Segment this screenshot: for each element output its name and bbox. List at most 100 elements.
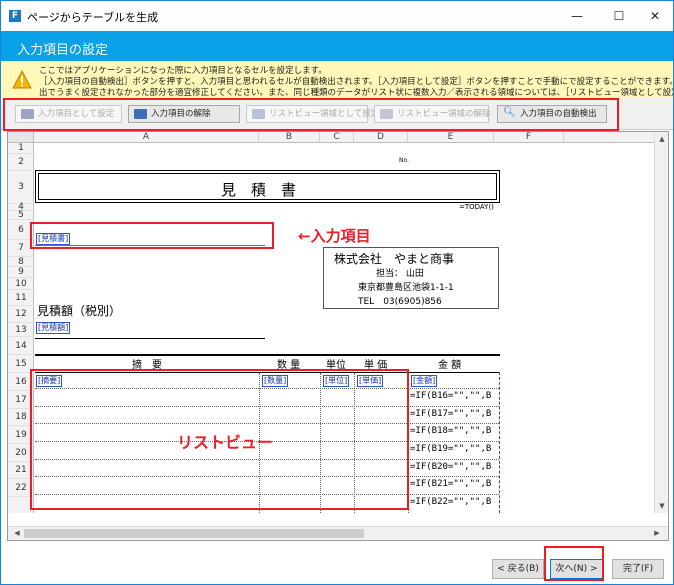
close-button[interactable]: ✕ [635, 1, 673, 31]
row-header[interactable]: 2 [8, 154, 34, 171]
scroll-right-icon[interactable]: ▶ [650, 529, 664, 537]
tag-unit[interactable]: [単位] [323, 375, 350, 387]
no-label: No. [399, 157, 409, 164]
maximize-icon: ☐ [613, 9, 625, 23]
step-title: 入力項目の設定 [17, 43, 109, 58]
input-item-annotation: ←入力項目 [298, 227, 371, 245]
doc-title: 見 積 書 [221, 181, 297, 199]
horizontal-scrollbar[interactable]: ◀ ▶ [8, 526, 668, 540]
formula-cell: =IF(B16="","",B [410, 391, 492, 401]
header-unit: 単位 [326, 360, 346, 371]
amount-label: 見積額（税別） [37, 304, 122, 318]
remove-input-item-button[interactable]: 入力項目の解除 [128, 105, 240, 123]
row-header[interactable]: 9 [8, 267, 34, 278]
formula-cell: =IF(B22="","",B [410, 497, 492, 507]
column-header-f[interactable]: F [494, 132, 564, 143]
row-header[interactable]: 15 [8, 355, 34, 373]
remove-listview-button[interactable]: リストビュー領域の解除 [374, 105, 491, 123]
minimize-button[interactable]: — [557, 1, 597, 31]
row-header[interactable]: 22 [8, 479, 34, 497]
maximize-button[interactable]: ☐ [599, 1, 639, 31]
column-header-d[interactable]: D [354, 132, 408, 143]
search-icon: 🔍︎ [503, 107, 516, 118]
row-header[interactable]: 11 [8, 290, 34, 306]
remove-listview-label: リストビュー領域の解除 [397, 109, 491, 119]
row-header[interactable]: 7 [8, 240, 34, 257]
info-line-3: 出でうまく設定されなかった部分を適宜修正してください。また、同じ種類のデータがリ… [39, 88, 674, 98]
column-header-c[interactable]: C [320, 132, 354, 143]
formula-cell: =IF(B17="","",B [410, 409, 492, 419]
row-header[interactable]: 5 [8, 211, 34, 220]
tag-mitsumorisho[interactable]: [見積書] [36, 233, 71, 245]
listview-annotation: リストビュー [177, 433, 274, 452]
window-title: ページからテーブルを生成 [27, 11, 159, 24]
row-header[interactable]: 19 [8, 426, 34, 444]
remove-listview-icon [380, 109, 393, 119]
scroll-down-icon[interactable]: ▼ [655, 502, 668, 510]
vertical-scrollbar[interactable]: ▲ ▼ [654, 132, 668, 513]
row-header[interactable]: 3 [8, 171, 34, 204]
today-formula: =TODAY() [459, 203, 494, 211]
remove-input-label: 入力項目の解除 [151, 109, 211, 119]
row-header[interactable]: 12 [8, 306, 34, 323]
formula-cell: =IF(B18="","",B [410, 426, 492, 436]
formula-cell: =IF(B20="","",B [410, 462, 492, 472]
minimize-icon: — [571, 9, 583, 23]
scroll-thumb[interactable] [24, 529, 364, 538]
header-amount: 金 額 [438, 360, 462, 371]
row-header[interactable]: 13 [8, 323, 34, 337]
set-input-item-button[interactable]: 入力項目として設定 [15, 105, 122, 123]
header-price: 単 価 [364, 360, 388, 371]
row-header[interactable]: 20 [8, 444, 34, 462]
formula-cell: =IF(B21="","",B [410, 479, 492, 489]
toolbar: 入力項目として設定 入力項目の解除 リストビュー領域として設定 リストビュー領域… [1, 98, 673, 130]
row-header[interactable]: 14 [8, 337, 34, 355]
company-tel: TEL 03(6905)856 [358, 297, 442, 307]
row-header-bar: 1 2 3 4 5 6 7 8 9 10 11 12 13 14 15 16 17 18 19 20 21 22 [8, 143, 34, 513]
row-header[interactable]: 16 [8, 373, 34, 391]
row-header[interactable]: 21 [8, 462, 34, 479]
back-button[interactable]: < 戻る(B) [492, 559, 544, 579]
sheet-grid[interactable]: No. 見 積 書 =TODAY() [見積書] 株式会社 やまと商事 担当： … [34, 143, 654, 513]
row-header[interactable]: 6 [8, 220, 34, 240]
tag-amount[interactable]: [金額] [411, 375, 438, 387]
row-header[interactable]: 18 [8, 409, 34, 426]
spreadsheet[interactable]: A B C D E F 1 2 3 4 5 6 7 8 9 10 11 12 13 14 15 16 17 18 1… [7, 131, 669, 541]
close-icon: ✕ [649, 9, 661, 23]
title-box: 見 積 書 [35, 170, 500, 203]
wizard-footer: < 戻る(B) 次へ(N) > 完了(F) [1, 542, 673, 584]
tag-qty[interactable]: [数量] [262, 375, 289, 387]
row-header[interactable]: 1 [8, 143, 34, 154]
tag-mitsumorigaku[interactable]: [見積額] [36, 322, 71, 334]
warning-icon [12, 70, 32, 89]
person-name: 担当： 山田 [376, 269, 424, 279]
select-all-corner[interactable] [8, 132, 34, 143]
row-header[interactable]: 17 [8, 391, 34, 409]
set-listview-icon [252, 109, 265, 119]
set-input-label: 入力項目として設定 [38, 109, 115, 119]
set-input-icon [21, 109, 34, 119]
company-box: 株式会社 やまと商事 担当： 山田 東京都豊島区池袋1-1-1 TEL 03(6… [323, 247, 499, 309]
remove-input-icon [134, 109, 147, 119]
tag-summary[interactable]: [摘要] [36, 375, 63, 387]
row-header[interactable]: 10 [8, 278, 34, 290]
header-qty: 数 量 [277, 360, 301, 371]
auto-detect-button[interactable]: 🔍︎ 入力項目の自動検出 [497, 105, 607, 123]
auto-detect-label: 入力項目の自動検出 [520, 109, 597, 119]
tag-price[interactable]: [単価] [357, 375, 384, 387]
column-header-a[interactable]: A [34, 132, 259, 143]
company-address: 東京都豊島区池袋1-1-1 [358, 283, 454, 293]
column-header-b[interactable]: B [259, 132, 320, 143]
row-header[interactable]: 8 [8, 257, 34, 267]
title-bar: F ページからテーブルを生成 — ☐ ✕ [1, 1, 673, 31]
set-listview-label: リストビュー領域として設定 [269, 109, 380, 119]
scroll-left-icon[interactable]: ◀ [10, 529, 24, 537]
info-panel: ここではアプリケーションになった際に入力項目となるセルを設定します。 ［入力項目… [1, 62, 673, 98]
column-header-bar: A B C D E F [34, 132, 654, 143]
scroll-up-icon[interactable]: ▲ [655, 135, 668, 143]
formula-cell: =IF(B19="","",B [410, 444, 492, 454]
column-header-e[interactable]: E [408, 132, 494, 143]
set-listview-button[interactable]: リストビュー領域として設定 [246, 105, 379, 123]
next-button[interactable]: 次へ(N) > [550, 559, 603, 579]
finish-button[interactable]: 完了(F) [612, 559, 664, 579]
